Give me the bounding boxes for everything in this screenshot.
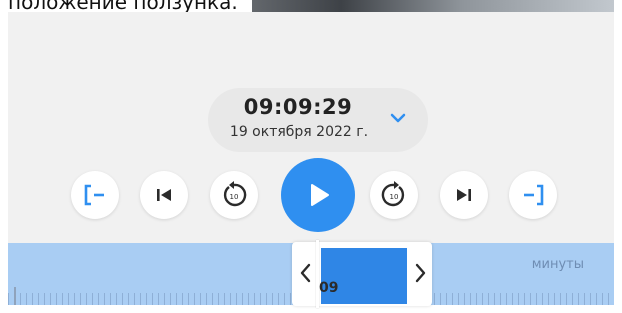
preview-image-strip: положение ползунка. [8, 0, 614, 12]
caption-text: положение ползунка. [8, 0, 238, 12]
skip-to-end-button[interactable] [440, 171, 488, 219]
timeline-unit-label: минуты [531, 257, 584, 272]
chevron-right-icon[interactable] [413, 262, 427, 284]
play-button[interactable] [281, 158, 355, 232]
forward-10-label: 10 [390, 193, 399, 201]
mark-out-button[interactable] [509, 171, 557, 219]
bracket-left-minus-icon [84, 184, 104, 206]
forward-10-button[interactable]: 10 [370, 171, 418, 219]
skip-previous-icon [157, 189, 171, 201]
timeline-cursor-label: 09 [319, 280, 339, 296]
rewind-10-label: 10 [230, 193, 239, 201]
bracket-right-minus-icon [524, 184, 544, 206]
timeline-cursor[interactable] [316, 240, 319, 308]
skip-next-icon [457, 189, 471, 201]
timeline-major-tick [14, 287, 16, 305]
current-time: 09:09:29 [243, 95, 353, 119]
chevron-left-icon[interactable] [299, 262, 313, 284]
skip-to-start-button[interactable] [140, 171, 188, 219]
mark-in-button[interactable] [71, 171, 119, 219]
rewind-10-icon: 10 [223, 181, 247, 207]
current-date: 19 октября 2022 г. [229, 124, 369, 140]
forward-10-icon: 10 [381, 181, 405, 207]
chevron-down-icon[interactable] [388, 110, 408, 126]
rewind-10-button[interactable]: 10 [210, 171, 258, 219]
play-icon [311, 184, 329, 206]
